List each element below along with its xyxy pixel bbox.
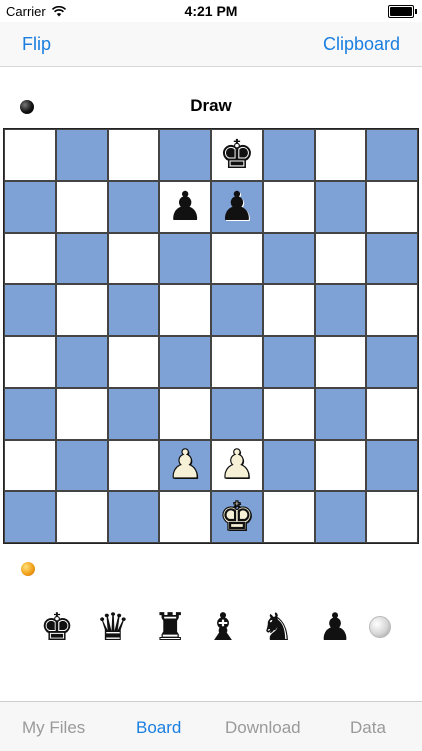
- white-turn-indicator-icon: [21, 562, 35, 576]
- square-h4[interactable]: [366, 336, 418, 388]
- palette-pawn-icon[interactable]: ♟: [318, 604, 352, 650]
- square-c1[interactable]: [107, 491, 160, 543]
- square-h1[interactable]: [366, 491, 418, 543]
- square-f5[interactable]: [262, 284, 315, 336]
- square-c2[interactable]: [107, 439, 160, 492]
- black-king-icon[interactable]: ♚: [219, 135, 255, 175]
- square-g6[interactable]: [314, 232, 367, 285]
- square-f1[interactable]: [262, 491, 315, 543]
- square-c8[interactable]: [107, 129, 160, 181]
- square-g5[interactable]: [314, 284, 367, 336]
- square-a8[interactable]: [4, 129, 56, 181]
- square-e8[interactable]: ♚: [211, 129, 263, 181]
- palette-bishop-icon[interactable]: ♝: [206, 604, 240, 650]
- flip-button[interactable]: Flip: [22, 34, 51, 55]
- square-c5[interactable]: [107, 284, 160, 336]
- square-b4[interactable]: [55, 336, 108, 388]
- square-g4[interactable]: [314, 336, 367, 388]
- clipboard-button[interactable]: Clipboard: [323, 34, 400, 55]
- square-a4[interactable]: [4, 336, 56, 388]
- square-d7[interactable]: ♟: [159, 180, 211, 233]
- square-e1[interactable]: ♚: [211, 491, 263, 543]
- square-d3[interactable]: [159, 387, 211, 440]
- piece-color-toggle-icon[interactable]: [369, 616, 391, 638]
- square-g8[interactable]: [314, 129, 367, 181]
- square-e6[interactable]: [211, 232, 263, 285]
- square-c4[interactable]: [107, 336, 160, 388]
- black-pawn-icon[interactable]: ♟: [167, 187, 203, 227]
- tab-download[interactable]: Download: [225, 718, 301, 738]
- square-a5[interactable]: [4, 284, 56, 336]
- tab-board[interactable]: Board: [136, 718, 181, 738]
- square-b2[interactable]: [55, 439, 108, 492]
- square-b8[interactable]: [55, 129, 108, 181]
- square-g7[interactable]: [314, 180, 367, 233]
- tab-my-files[interactable]: My Files: [22, 718, 85, 738]
- square-d5[interactable]: [159, 284, 211, 336]
- square-f4[interactable]: [262, 336, 315, 388]
- square-h2[interactable]: [366, 439, 418, 492]
- square-g1[interactable]: [314, 491, 367, 543]
- square-b6[interactable]: [55, 232, 108, 285]
- square-d2[interactable]: ♟: [159, 439, 211, 492]
- white-king-icon[interactable]: ♚: [218, 497, 255, 538]
- square-a2[interactable]: [4, 439, 56, 492]
- chess-board[interactable]: ♚ ♟ ♟ ♟ ♟ ♚: [3, 128, 419, 544]
- square-h6[interactable]: [366, 232, 418, 285]
- square-c7[interactable]: [107, 180, 160, 233]
- square-b7[interactable]: [55, 180, 108, 233]
- square-d4[interactable]: [159, 336, 211, 388]
- square-a1[interactable]: [4, 491, 56, 543]
- square-d8[interactable]: [159, 129, 211, 181]
- square-a3[interactable]: [4, 387, 56, 440]
- palette-queen-icon[interactable]: ♛: [96, 604, 130, 650]
- square-e2[interactable]: ♟: [211, 439, 263, 492]
- square-b3[interactable]: [55, 387, 108, 440]
- square-b1[interactable]: [55, 491, 108, 543]
- square-h8[interactable]: [366, 129, 418, 181]
- battery-icon: [388, 5, 417, 18]
- square-e7[interactable]: ♟: [211, 180, 263, 233]
- square-h7[interactable]: [366, 180, 418, 233]
- square-d1[interactable]: [159, 491, 211, 543]
- game-status: Draw: [190, 96, 232, 115]
- square-a7[interactable]: [4, 180, 56, 233]
- clock: 4:21 PM: [184, 3, 238, 19]
- status-bar: Carrier 4:21 PM: [0, 0, 422, 22]
- piece-palette: ♚ ♛ ♜ ♝ ♞ ♟: [0, 604, 422, 654]
- square-c6[interactable]: [107, 232, 160, 285]
- square-f2[interactable]: [262, 439, 315, 492]
- square-e5[interactable]: [211, 284, 263, 336]
- palette-knight-icon[interactable]: ♞: [260, 604, 294, 650]
- square-g3[interactable]: [314, 387, 367, 440]
- palette-king-icon[interactable]: ♚: [40, 604, 74, 650]
- square-a6[interactable]: [4, 232, 56, 285]
- palette-rook-icon[interactable]: ♜: [153, 604, 187, 650]
- tab-bar: My Files Board Download Data: [0, 701, 422, 751]
- square-c3[interactable]: [107, 387, 160, 440]
- square-g2[interactable]: [314, 439, 367, 492]
- square-e3[interactable]: [211, 387, 263, 440]
- square-f3[interactable]: [262, 387, 315, 440]
- square-f7[interactable]: [262, 180, 315, 233]
- square-h5[interactable]: [366, 284, 418, 336]
- black-pawn-icon[interactable]: ♟: [219, 187, 255, 227]
- square-f6[interactable]: [262, 232, 315, 285]
- navigation-bar: Flip Clipboard: [0, 22, 422, 67]
- white-pawn-icon[interactable]: ♟: [167, 445, 204, 486]
- square-f8[interactable]: [262, 129, 315, 181]
- square-d6[interactable]: [159, 232, 211, 285]
- square-h3[interactable]: [366, 387, 418, 440]
- square-e4[interactable]: [211, 336, 263, 388]
- tab-data[interactable]: Data: [350, 718, 386, 738]
- square-b5[interactable]: [55, 284, 108, 336]
- white-pawn-icon[interactable]: ♟: [218, 445, 255, 486]
